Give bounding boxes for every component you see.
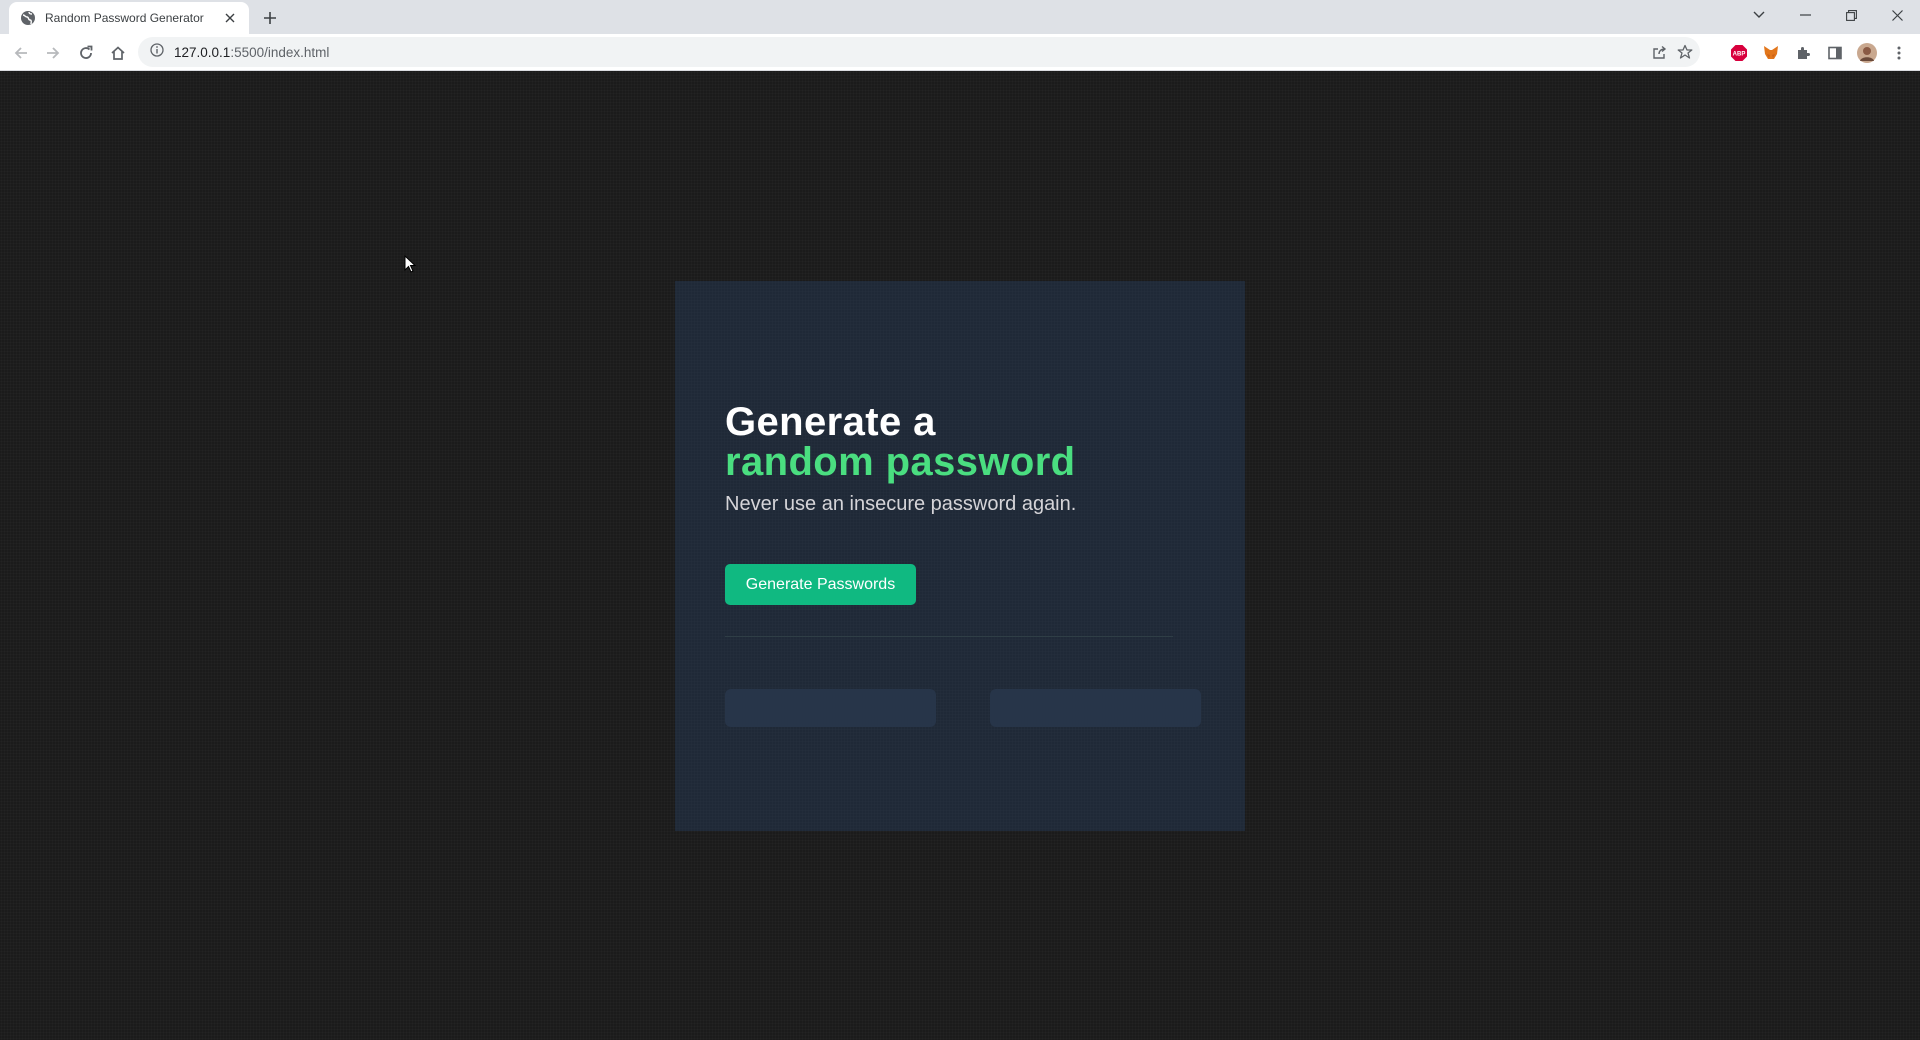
heading-line-1: Generate a <box>725 400 936 444</box>
metamask-fox-icon <box>1764 46 1778 59</box>
subtitle: Never use an insecure password again. <box>725 493 1077 515</box>
address-bar[interactable]: 127.0.0.1:5500/index.html <box>138 37 1700 67</box>
close-icon <box>1891 9 1903 21</box>
kebab-menu-icon <box>1897 46 1901 60</box>
info-icon[interactable] <box>150 42 164 62</box>
side-panel-button[interactable] <box>1821 39 1849 67</box>
home-icon <box>111 46 125 60</box>
profile-avatar[interactable] <box>1853 39 1881 67</box>
tab-strip: Random Password Generator <box>0 0 1920 34</box>
forward-arrow-icon <box>47 47 60 59</box>
restore-button[interactable] <box>1828 0 1874 30</box>
close-window-button[interactable] <box>1874 0 1920 30</box>
mouse-cursor-icon <box>404 255 416 273</box>
password-generator-card: Generate a random password Never use an … <box>675 281 1245 831</box>
reload-icon <box>80 45 93 59</box>
password-output-1[interactable] <box>725 689 936 727</box>
forward-button[interactable] <box>39 39 67 67</box>
plus-icon <box>264 12 276 24</box>
heading-line-2: random password <box>725 440 1076 484</box>
url-path: :5500/index.html <box>230 44 330 60</box>
extensions-button[interactable] <box>1789 39 1817 67</box>
abp-extension-button[interactable]: ABP <box>1725 39 1753 67</box>
metamask-extension-button[interactable] <box>1757 39 1785 67</box>
password-output-2[interactable] <box>990 689 1201 727</box>
url-text: 127.0.0.1:5500/index.html <box>174 45 329 60</box>
reload-button[interactable] <box>72 39 100 67</box>
side-panel-icon <box>1828 46 1842 60</box>
svg-text:ABP: ABP <box>1733 52 1746 58</box>
tab-title: Random Password Generator <box>45 11 204 25</box>
back-arrow-icon <box>14 47 27 59</box>
avatar-icon <box>1857 43 1877 63</box>
divider <box>725 636 1173 637</box>
back-button[interactable] <box>7 39 35 67</box>
tab-random-password-generator[interactable]: Random Password Generator <box>9 2 249 34</box>
home-button[interactable] <box>104 39 132 67</box>
puzzle-icon <box>1798 47 1810 59</box>
menu-button[interactable] <box>1885 39 1913 67</box>
minimize-button[interactable] <box>1782 0 1828 30</box>
generate-passwords-button[interactable]: Generate Passwords <box>725 564 916 605</box>
share-icon[interactable] <box>1646 39 1672 65</box>
tab-close-icon[interactable] <box>221 9 239 27</box>
tab-search-button[interactable] <box>1736 0 1782 30</box>
chevron-down-icon <box>1753 11 1765 18</box>
page-title: Generate a random password <box>725 402 1076 482</box>
new-tab-button[interactable] <box>258 6 282 30</box>
abp-icon: ABP <box>1731 45 1747 61</box>
globe-icon <box>20 10 36 26</box>
browser-toolbar: 127.0.0.1:5500/index.html ABP <box>0 34 1920 71</box>
url-host: 127.0.0.1 <box>174 44 231 60</box>
restore-icon <box>1845 9 1857 21</box>
minimize-icon <box>1799 14 1811 16</box>
page-viewport: Generate a random password Never use an … <box>0 71 1920 1040</box>
bookmark-star-icon[interactable] <box>1672 39 1698 65</box>
